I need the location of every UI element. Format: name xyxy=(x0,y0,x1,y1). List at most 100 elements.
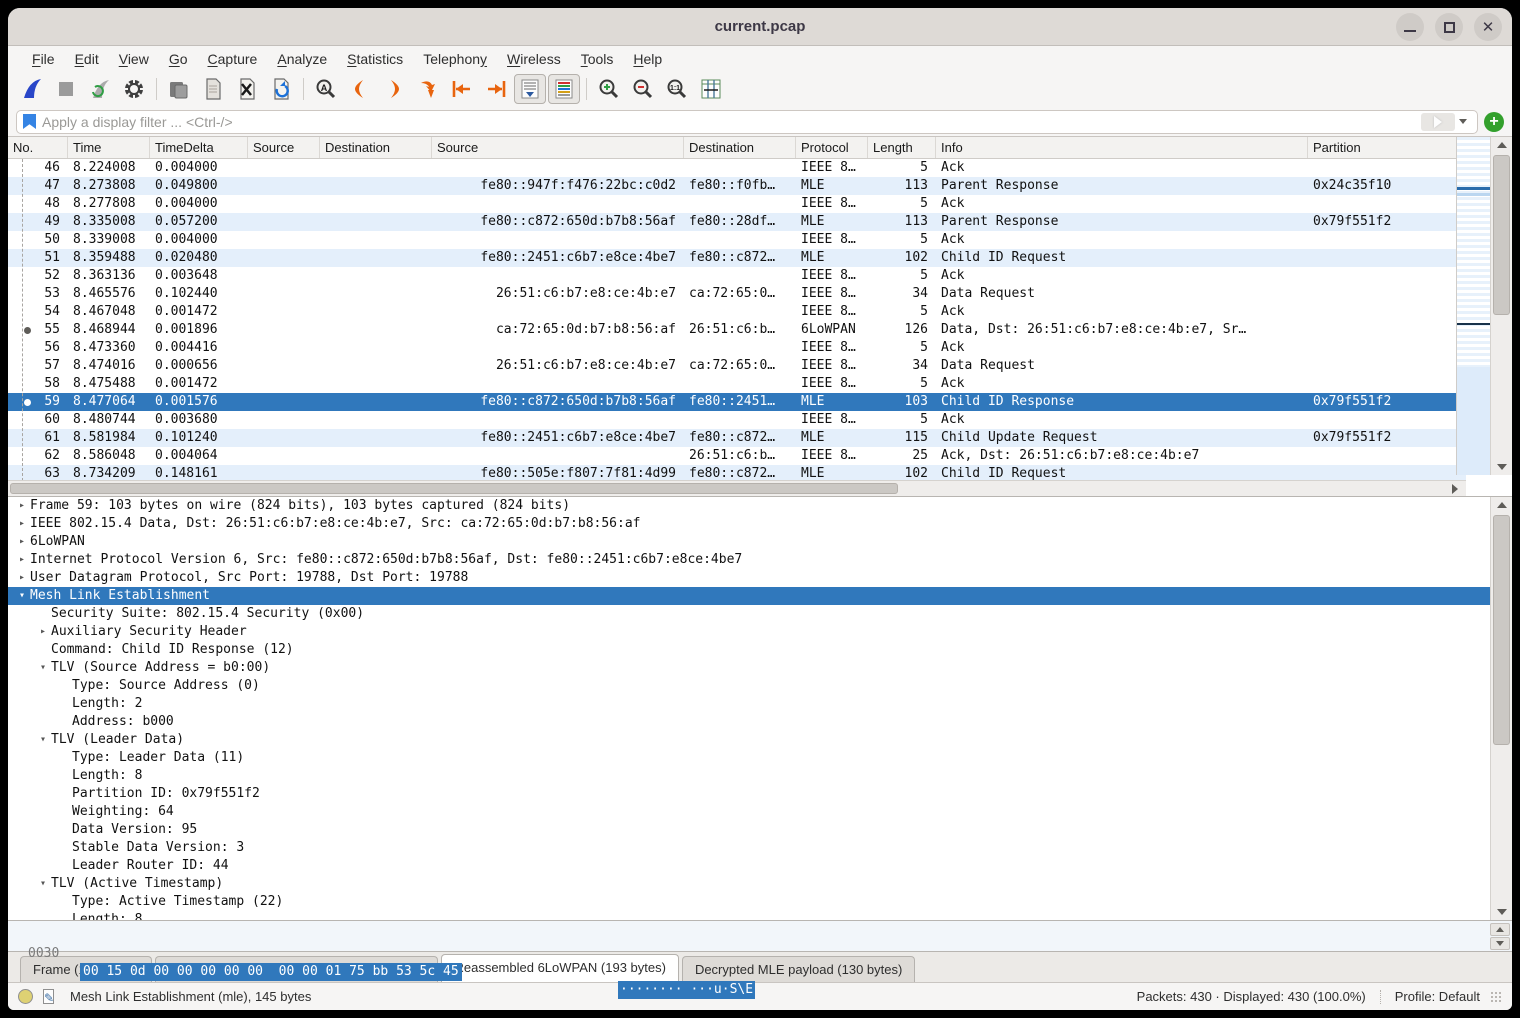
column-header-length[interactable]: Length xyxy=(868,137,936,158)
detail-row[interactable]: ▸Auxiliary Security Header xyxy=(8,623,1512,641)
scroll-down-icon[interactable] xyxy=(1491,904,1512,920)
go-next-button[interactable] xyxy=(378,74,410,104)
packet-row-54[interactable]: 548.4670480.001472IEEE 8…5Ack xyxy=(8,303,1466,321)
packet-list-minimap[interactable] xyxy=(1456,137,1490,475)
scroll-up-icon[interactable] xyxy=(1491,497,1512,513)
menu-file[interactable]: File xyxy=(22,49,65,69)
detail-row[interactable]: Data Version: 95 xyxy=(8,821,1512,839)
capture-options-button[interactable] xyxy=(118,74,150,104)
scroll-down-icon[interactable] xyxy=(1491,459,1512,475)
hex-vscrollbar[interactable] xyxy=(1490,923,1510,950)
packet-list-header[interactable]: No.TimeTimeDeltaSourceDestinationSourceD… xyxy=(8,137,1466,159)
find-packet-button[interactable]: A xyxy=(310,74,342,104)
menu-wireless[interactable]: Wireless xyxy=(497,49,571,69)
maximize-button[interactable] xyxy=(1435,13,1463,41)
detail-row[interactable]: Weighting: 64 xyxy=(8,803,1512,821)
capture-comment-icon[interactable]: ✎ xyxy=(41,989,56,1004)
apply-filter-button[interactable] xyxy=(1421,113,1455,131)
packet-row-58[interactable]: 588.4754880.001472IEEE 8…5Ack xyxy=(8,375,1466,393)
packet-row-51[interactable]: 518.3594880.020480fe80::2451:c6b7:e8ce:4… xyxy=(8,249,1466,267)
packet-row-59[interactable]: 598.4770640.001576fe80::c872:650d:b7b8:5… xyxy=(8,393,1466,411)
expander-collapsed-icon[interactable]: ▸ xyxy=(14,515,30,533)
status-profile-text[interactable]: Profile: Default xyxy=(1395,989,1480,1004)
menu-view[interactable]: View xyxy=(109,49,159,69)
stop-capture-button[interactable] xyxy=(50,74,82,104)
minimize-button[interactable] xyxy=(1396,13,1424,41)
column-header-time[interactable]: Time xyxy=(68,137,150,158)
column-header-partition[interactable]: Partition xyxy=(1308,137,1466,158)
resize-grip[interactable] xyxy=(1490,991,1502,1003)
menu-tools[interactable]: Tools xyxy=(571,49,624,69)
detail-row[interactable]: Type: Active Timestamp (22) xyxy=(8,893,1512,911)
packet-row-60[interactable]: 608.4807440.003680IEEE 8…5Ack xyxy=(8,411,1466,429)
detail-row[interactable]: ▸IEEE 802.15.4 Data, Dst: 26:51:c6:b7:e8… xyxy=(8,515,1512,533)
column-header-no[interactable]: No. xyxy=(8,137,68,158)
detail-row[interactable]: Length: 8 xyxy=(8,911,1512,921)
close-file-button[interactable] xyxy=(231,74,263,104)
packet-list-vscrollbar[interactable] xyxy=(1490,137,1512,475)
zoom-out-button[interactable] xyxy=(627,74,659,104)
zoom-original-button[interactable]: 1:1 xyxy=(661,74,693,104)
expander-collapsed-icon[interactable]: ▸ xyxy=(35,623,51,641)
packet-row-62[interactable]: 628.5860480.00406426:51:c6:b…IEEE 8…25Ac… xyxy=(8,447,1466,465)
detail-row[interactable]: ▾TLV (Leader Data) xyxy=(8,731,1512,749)
expander-expanded-icon[interactable]: ▾ xyxy=(35,875,51,893)
detail-row[interactable]: ▸User Datagram Protocol, Src Port: 19788… xyxy=(8,569,1512,587)
column-header-timedelta[interactable]: TimeDelta xyxy=(150,137,248,158)
go-last-button[interactable] xyxy=(480,74,512,104)
menu-edit[interactable]: Edit xyxy=(65,49,109,69)
column-header-source[interactable]: Source xyxy=(432,137,684,158)
colorize-button[interactable] xyxy=(548,74,580,104)
packet-list-hscroll-thumb[interactable] xyxy=(10,483,898,494)
zoom-in-button[interactable] xyxy=(593,74,625,104)
reload-file-button[interactable] xyxy=(265,74,297,104)
detail-row[interactable]: ▸Frame 59: 103 bytes on wire (824 bits),… xyxy=(8,497,1512,515)
packet-row-55[interactable]: 558.4689440.001896ca:72:65:0d:b7:b8:56:a… xyxy=(8,321,1466,339)
packet-row-57[interactable]: 578.4740160.00065626:51:c6:b7:e8:ce:4b:e… xyxy=(8,357,1466,375)
detail-row[interactable]: Command: Child ID Response (12) xyxy=(8,641,1512,659)
go-to-packet-button[interactable] xyxy=(412,74,444,104)
detail-row[interactable]: ▸6LoWPAN xyxy=(8,533,1512,551)
detail-row[interactable]: Type: Leader Data (11) xyxy=(8,749,1512,767)
expander-collapsed-icon[interactable]: ▸ xyxy=(14,497,30,515)
detail-row[interactable]: Length: 8 xyxy=(8,767,1512,785)
save-file-button[interactable] xyxy=(197,74,229,104)
byte-view-tab[interactable]: Decrypted MLE payload (130 bytes) xyxy=(682,956,915,982)
packet-row-47[interactable]: 478.2738080.049800fe80::947f:f476:22bc:c… xyxy=(8,177,1466,195)
detail-row[interactable]: Length: 2 xyxy=(8,695,1512,713)
scroll-right-icon[interactable] xyxy=(1446,481,1464,497)
expander-expanded-icon[interactable]: ▾ xyxy=(35,659,51,677)
menu-statistics[interactable]: Statistics xyxy=(337,49,413,69)
detail-row[interactable]: Address: b000 xyxy=(8,713,1512,731)
menu-go[interactable]: Go xyxy=(159,49,198,69)
packet-row-49[interactable]: 498.3350080.057200fe80::c872:650d:b7b8:5… xyxy=(8,213,1466,231)
start-capture-button[interactable] xyxy=(16,74,48,104)
menu-telephony[interactable]: Telephony xyxy=(413,49,497,69)
detail-row[interactable]: ▾TLV (Active Timestamp) xyxy=(8,875,1512,893)
detail-row[interactable]: ▾TLV (Source Address = b0:00) xyxy=(8,659,1512,677)
menu-help[interactable]: Help xyxy=(623,49,672,69)
packet-row-53[interactable]: 538.4655760.10244026:51:c6:b7:e8:ce:4b:e… xyxy=(8,285,1466,303)
detail-row[interactable]: Leader Router ID: 44 xyxy=(8,857,1512,875)
auto-scroll-button[interactable] xyxy=(514,74,546,104)
packet-list-vscroll-thumb[interactable] xyxy=(1493,155,1510,315)
byte-view-tab[interactable]: Reassembled 6LoWPAN (193 bytes) xyxy=(441,954,678,982)
packet-row-50[interactable]: 508.3390080.004000IEEE 8…5Ack xyxy=(8,231,1466,249)
detail-row[interactable]: ▸Internet Protocol Version 6, Src: fe80:… xyxy=(8,551,1512,569)
add-filter-button[interactable]: + xyxy=(1484,112,1504,132)
packet-row-61[interactable]: 618.5819840.101240fe80::2451:c6b7:e8ce:4… xyxy=(8,429,1466,447)
scroll-down-icon[interactable] xyxy=(1490,937,1510,950)
packet-list-hscrollbar[interactable] xyxy=(8,480,1466,496)
scroll-up-icon[interactable] xyxy=(1491,137,1512,153)
restart-capture-button[interactable] xyxy=(84,74,116,104)
menu-capture[interactable]: Capture xyxy=(198,49,268,69)
resize-columns-button[interactable] xyxy=(695,74,727,104)
detail-row[interactable]: Type: Source Address (0) xyxy=(8,677,1512,695)
column-header-destination[interactable]: Destination xyxy=(320,137,432,158)
go-previous-button[interactable] xyxy=(344,74,376,104)
column-header-destination[interactable]: Destination xyxy=(684,137,796,158)
detail-row[interactable]: Stable Data Version: 3 xyxy=(8,839,1512,857)
details-vscrollbar[interactable] xyxy=(1490,497,1512,920)
packet-row-56[interactable]: 568.4733600.004416IEEE 8…5Ack xyxy=(8,339,1466,357)
filter-dropdown-caret[interactable] xyxy=(1459,119,1467,124)
